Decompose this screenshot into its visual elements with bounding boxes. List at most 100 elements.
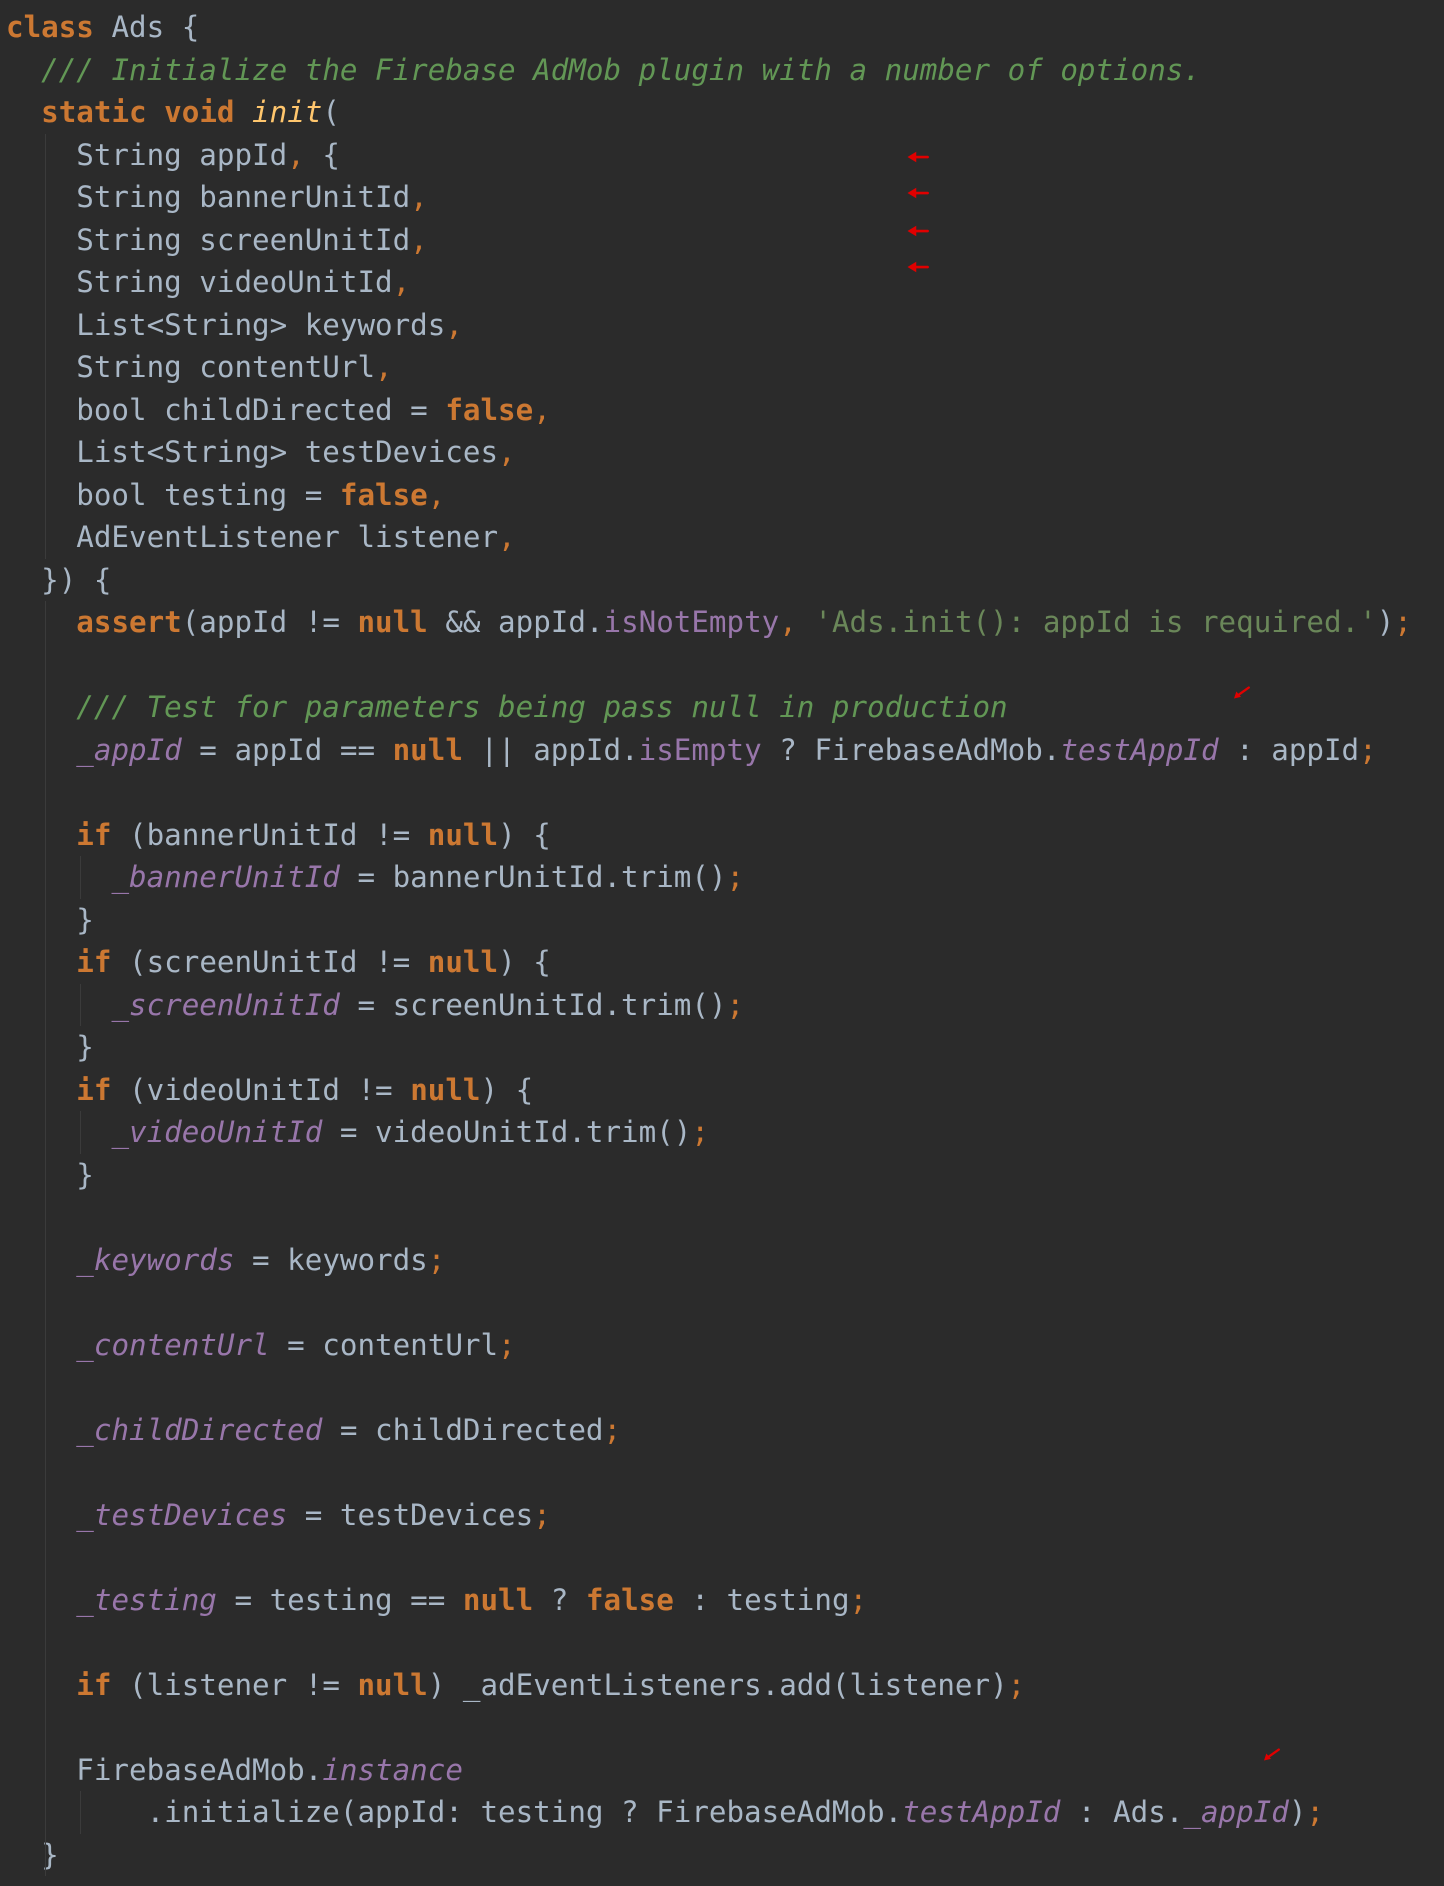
- code-token: = appId ==: [181, 732, 393, 767]
- code-line[interactable]: /// Initialize the Firebase AdMob plugin…: [6, 49, 1201, 92]
- indent-guide: [80, 1111, 82, 1154]
- code-line[interactable]: static void init(: [6, 91, 340, 134]
- code-line[interactable]: if (listener != null) _adEventListeners.…: [6, 1664, 1025, 1707]
- code-token: ;: [603, 1412, 622, 1447]
- code-token: ) {: [498, 817, 551, 852]
- code-line[interactable]: bool testing = false,: [6, 474, 445, 517]
- code-token: AdEventListener listener: [6, 520, 499, 554]
- code-line[interactable]: _testing = testing == null ? false : tes…: [6, 1579, 867, 1622]
- code-token: if: [76, 945, 112, 979]
- code-line[interactable]: }) {: [6, 559, 111, 602]
- code-token: null: [427, 945, 499, 979]
- indent-guide: [80, 1791, 82, 1834]
- code-line[interactable]: String appId, {: [6, 134, 340, 177]
- code-editor[interactable]: class Ads { /// Initialize the Firebase …: [0, 0, 1444, 1886]
- code-token: ? FirebaseAdMob.: [761, 732, 1061, 767]
- code-line[interactable]: String contentUrl,: [6, 346, 393, 389]
- code-line[interactable]: }: [6, 1834, 59, 1877]
- code-token: ,: [410, 180, 428, 214]
- code-token: String contentUrl: [6, 350, 376, 384]
- code-token: false: [445, 392, 534, 427]
- code-token: null: [357, 1667, 428, 1702]
- code-token: bool childDirected =: [6, 392, 446, 427]
- code-token: ?: [533, 1582, 586, 1617]
- code-line[interactable]: _bannerUnitId = bannerUnitId.trim();: [6, 856, 744, 899]
- code-line[interactable]: List<String> keywords,: [6, 304, 463, 347]
- code-token: }) {: [6, 562, 112, 597]
- code-line[interactable]: assert(appId != null && appId.isNotEmpty…: [6, 601, 1412, 644]
- code-line[interactable]: /// Test for parameters being pass null …: [6, 686, 1008, 729]
- code-token: = testDevices: [287, 1497, 534, 1532]
- code-token: _testDevices: [76, 1497, 288, 1532]
- code-token: isEmpty: [638, 732, 762, 767]
- code-token: = keywords: [234, 1242, 428, 1277]
- code-line[interactable]: _childDirected = childDirected;: [6, 1409, 621, 1452]
- code-line[interactable]: class Ads {: [6, 6, 199, 49]
- code-token: String bannerUnitId: [6, 180, 411, 214]
- code-token: ;: [691, 1115, 709, 1149]
- code-token: _videoUnitId: [111, 1115, 323, 1149]
- code-line[interactable]: List<String> testDevices,: [6, 431, 515, 474]
- indent-guide: [80, 983, 82, 1026]
- code-token: }: [6, 1157, 94, 1192]
- code-token: static: [41, 95, 147, 129]
- code-line[interactable]: _screenUnitId = screenUnitId.trim();: [6, 984, 744, 1027]
- code-token: (appId !=: [181, 605, 358, 639]
- code-token: ;: [427, 1242, 446, 1277]
- code-line[interactable]: _contentUrl = contentUrl;: [6, 1324, 515, 1367]
- code-token: _bannerUnitId: [111, 860, 340, 894]
- code-token: ,: [375, 350, 393, 384]
- red-arrow-icon: [907, 151, 929, 163]
- code-line[interactable]: if (videoUnitId != null) {: [6, 1069, 533, 1112]
- code-token: : testing: [673, 1582, 850, 1617]
- code-line[interactable]: String videoUnitId,: [6, 261, 410, 304]
- code-line[interactable]: }: [6, 1154, 94, 1197]
- code-token: (screenUnitId !=: [111, 945, 428, 979]
- code-token: ): [1288, 1795, 1307, 1829]
- code-token: /// Test for parameters being pass null …: [76, 690, 1008, 724]
- code-line[interactable]: _appId = appId == null || appId.isEmpty …: [6, 729, 1376, 772]
- code-token: = bannerUnitId.trim(): [339, 860, 727, 894]
- code-line[interactable]: _keywords = keywords;: [6, 1239, 445, 1282]
- code-line[interactable]: String screenUnitId,: [6, 219, 427, 262]
- code-line[interactable]: .initialize(appId: testing ? FirebaseAdM…: [6, 1791, 1324, 1834]
- code-token: ,: [779, 605, 797, 639]
- code-token: ,: [392, 265, 411, 299]
- code-token: = contentUrl: [269, 1327, 499, 1362]
- code-token: = videoUnitId.trim(): [322, 1115, 692, 1149]
- code-token: FirebaseAdMob.: [6, 1752, 323, 1787]
- code-token: && appId.: [427, 605, 604, 639]
- code-token: ;: [1007, 1667, 1026, 1702]
- red-arrow-icon: [907, 187, 929, 199]
- code-token: ,: [287, 137, 305, 172]
- code-line[interactable]: String bannerUnitId,: [6, 176, 428, 219]
- code-token: String videoUnitId: [6, 265, 393, 299]
- code-token: List<String> keywords: [6, 307, 446, 342]
- code-line[interactable]: }: [6, 899, 94, 942]
- code-token: || appId.: [462, 732, 639, 767]
- code-line[interactable]: AdEventListener listener,: [6, 516, 516, 559]
- code-token: null: [462, 1582, 534, 1617]
- code-line[interactable]: if (screenUnitId != null) {: [6, 941, 551, 984]
- code-token: 'Ads.init(): appId is required.': [814, 605, 1377, 639]
- code-token: }: [6, 1837, 59, 1872]
- code-token: null: [357, 605, 428, 639]
- code-token: ,: [498, 520, 516, 554]
- code-token: .initialize(appId: testing ? FirebaseAdM…: [6, 1795, 903, 1829]
- code-line[interactable]: bool childDirected = false,: [6, 389, 550, 432]
- code-line[interactable]: _testDevices = testDevices;: [6, 1494, 550, 1537]
- code-token: ,: [427, 477, 446, 512]
- code-token: class: [6, 10, 94, 44]
- code-line[interactable]: _videoUnitId = videoUnitId.trim();: [6, 1111, 709, 1154]
- code-line[interactable]: if (bannerUnitId != null) {: [6, 814, 551, 857]
- code-line[interactable]: }: [6, 1026, 94, 1069]
- code-token: ) {: [498, 945, 551, 979]
- code-line[interactable]: FirebaseAdMob.instance: [6, 1749, 463, 1792]
- code-token: ;: [726, 987, 745, 1022]
